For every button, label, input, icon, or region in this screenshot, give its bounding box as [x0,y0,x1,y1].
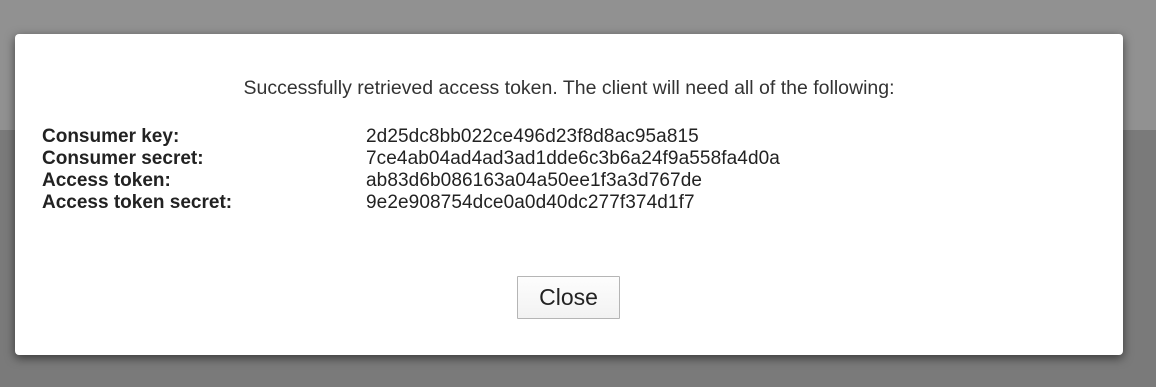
access-token-dialog: Successfully retrieved access token. The… [15,34,1123,355]
credential-label: Access token secret: [42,192,233,213]
close-button[interactable]: Close [517,276,620,319]
success-message: Successfully retrieved access token. The… [243,77,895,99]
credential-row-consumer-secret: Consumer secret: 7ce4ab04ad4ad3ad1dde6c3… [42,148,780,170]
credential-value: 9e2e908754dce0a0d40dc277f374d1f7 [366,192,695,213]
credential-label: Access token: [42,170,171,191]
credential-label: Consumer key: [42,126,180,147]
credential-value: 7ce4ab04ad4ad3ad1dde6c3b6a24f9a558fa4d0a [366,148,780,169]
credential-row-access-token-secret: Access token secret: 9e2e908754dce0a0d40… [42,192,780,214]
credentials-list: Consumer key: 2d25dc8bb022ce496d23f8d8ac… [42,126,780,214]
credential-value: ab83d6b086163a04a50ee1f3a3d767de [366,170,703,191]
credential-row-consumer-key: Consumer key: 2d25dc8bb022ce496d23f8d8ac… [42,126,780,148]
credential-label: Consumer secret: [42,148,204,169]
credential-value: 2d25dc8bb022ce496d23f8d8ac95a815 [366,126,699,147]
credential-row-access-token: Access token: ab83d6b086163a04a50ee1f3a3… [42,170,780,192]
